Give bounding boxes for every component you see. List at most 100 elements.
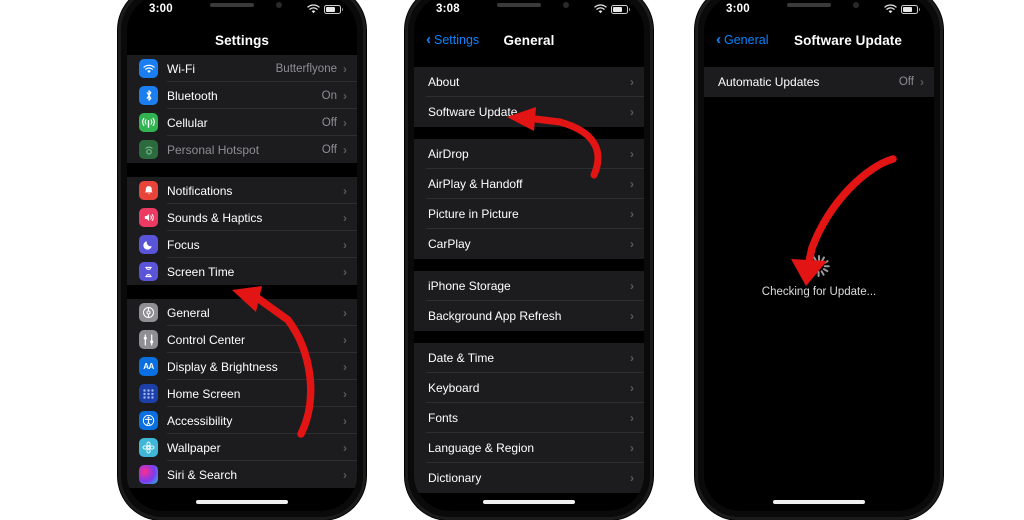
screen-time-hourglass-icon — [139, 262, 158, 281]
settings-row-siri-search[interactable]: Siri & Search › — [127, 461, 357, 488]
settings-group-system: General › Control Center › AA Display & … — [127, 299, 357, 488]
settings-row-cellular[interactable]: Cellular Off › — [127, 109, 357, 136]
wifi-icon — [594, 4, 607, 14]
checking-for-update-block: Checking for Update... — [704, 255, 934, 298]
general-row-airdrop[interactable]: AirDrop › — [414, 139, 644, 169]
settings-row-accessibility[interactable]: Accessibility › — [127, 407, 357, 434]
volume-down-button[interactable] — [695, 176, 696, 216]
volume-up-button[interactable] — [695, 124, 696, 164]
settings-list[interactable]: Wi-Fi Butterflyone › Bluetooth On › Cell… — [127, 55, 357, 511]
settings-row-sounds-haptics[interactable]: Sounds & Haptics › — [127, 204, 357, 231]
general-row-label: AirPlay & Handoff — [428, 177, 523, 191]
chevron-left-icon: ‹ — [716, 31, 721, 48]
settings-row-notifications[interactable]: Notifications › — [127, 177, 357, 204]
checking-for-update-label: Checking for Update... — [761, 286, 877, 298]
home-indicator[interactable] — [773, 500, 865, 504]
general-row-background-app-refresh[interactable]: Background App Refresh › — [414, 301, 644, 331]
chevron-right-icon: › — [343, 264, 347, 279]
back-button-label: General — [724, 33, 769, 47]
software-update-row-automatic-updates[interactable]: Automatic Updates Off › — [704, 67, 934, 97]
general-list[interactable]: About › Software Update › AirDrop › AirP… — [414, 55, 644, 511]
group-spacer — [127, 285, 357, 299]
general-row-label: About — [428, 75, 460, 89]
general-row-label: CarPlay — [428, 237, 471, 251]
home-indicator[interactable] — [483, 500, 575, 504]
general-row-language-region[interactable]: Language & Region › — [414, 433, 644, 463]
settings-row-label: Sounds & Haptics — [167, 210, 263, 225]
settings-row-screen-time[interactable]: Screen Time › — [127, 258, 357, 285]
general-row-label: Date & Time — [428, 351, 495, 365]
personal-hotspot-icon — [139, 140, 158, 159]
settings-row-label: Display & Brightness — [167, 359, 278, 374]
settings-row-label: Bluetooth — [167, 88, 218, 103]
general-row-software-update[interactable]: Software Update › — [414, 97, 644, 127]
chevron-right-icon: › — [343, 386, 347, 401]
volume-down-button[interactable] — [405, 176, 406, 216]
chevron-right-icon: › — [343, 61, 347, 76]
silent-switch[interactable] — [118, 82, 119, 104]
settings-row-control-center[interactable]: Control Center › — [127, 326, 357, 353]
chevron-right-icon: › — [343, 237, 347, 252]
settings-row-label: Control Center — [167, 332, 246, 347]
volume-up-button[interactable] — [405, 124, 406, 164]
general-row-date-time[interactable]: Date & Time › — [414, 343, 644, 373]
general-gear-icon — [139, 303, 158, 322]
status-indicators — [307, 4, 343, 14]
software-update-list[interactable]: Automatic Updates Off › Checking for Upd… — [704, 55, 934, 511]
general-row-iphone-storage[interactable]: iPhone Storage › — [414, 271, 644, 301]
settings-row-personal-hotspot[interactable]: Personal Hotspot Off › — [127, 136, 357, 163]
home-screen-grid-icon — [139, 384, 158, 403]
settings-row-wallpaper[interactable]: Wallpaper › — [127, 434, 357, 461]
general-row-airplay-handoff[interactable]: AirPlay & Handoff › — [414, 169, 644, 199]
chevron-right-icon: › — [630, 177, 634, 191]
chevron-right-icon: › — [630, 411, 634, 425]
general-row-picture-in-picture[interactable]: Picture in Picture › — [414, 199, 644, 229]
chevron-right-icon: › — [343, 115, 347, 130]
battery-icon — [611, 4, 630, 14]
back-button-settings[interactable]: ‹ Settings — [426, 25, 479, 55]
settings-row-label: Siri & Search — [167, 467, 238, 482]
chevron-right-icon: › — [630, 237, 634, 251]
row-value: Off — [898, 76, 914, 88]
front-camera-icon — [853, 2, 859, 8]
chevron-right-icon: › — [630, 309, 634, 323]
settings-row-value: Off — [321, 143, 337, 156]
front-camera-icon — [563, 2, 569, 8]
chevron-right-icon: › — [343, 183, 347, 198]
home-indicator[interactable] — [196, 500, 288, 504]
general-row-label: Dictionary — [428, 471, 482, 485]
chevron-right-icon: › — [343, 88, 347, 103]
phone3-status-bar: 3:00 — [704, 0, 934, 25]
general-row-dictionary[interactable]: Dictionary › — [414, 463, 644, 493]
settings-row-focus[interactable]: Focus › — [127, 231, 357, 258]
silent-switch[interactable] — [405, 82, 406, 104]
power-button[interactable] — [365, 146, 366, 206]
status-time: 3:08 — [436, 3, 460, 15]
back-button-general[interactable]: ‹ General — [716, 25, 768, 55]
chevron-right-icon: › — [630, 75, 634, 89]
silent-switch[interactable] — [695, 82, 696, 104]
power-button[interactable] — [942, 146, 943, 206]
phone2-screen: 3:08 ‹ Settings General About › Software… — [414, 0, 644, 511]
display-brightness-aa-icon: AA — [139, 357, 158, 376]
general-row-about[interactable]: About › — [414, 67, 644, 97]
earpiece-speaker — [787, 3, 831, 7]
volume-down-button[interactable] — [118, 176, 119, 216]
power-button[interactable] — [652, 146, 653, 206]
status-indicators — [594, 4, 630, 14]
cellular-icon — [139, 113, 158, 132]
volume-up-button[interactable] — [118, 124, 119, 164]
general-row-keyboard[interactable]: Keyboard › — [414, 373, 644, 403]
settings-row-general[interactable]: General › — [127, 299, 357, 326]
general-row-carplay[interactable]: CarPlay › — [414, 229, 644, 259]
settings-row-bluetooth[interactable]: Bluetooth On › — [127, 82, 357, 109]
status-time: 3:00 — [149, 3, 173, 15]
settings-row-display-brightness[interactable]: AA Display & Brightness › — [127, 353, 357, 380]
general-row-fonts[interactable]: Fonts › — [414, 403, 644, 433]
screenshot-stage: 3:00 Settings Wi-Fi Butterflyone › Bluet… — [0, 0, 1024, 520]
wifi-icon — [884, 4, 897, 14]
settings-row-wifi[interactable]: Wi-Fi Butterflyone › — [127, 55, 357, 82]
settings-row-home-screen[interactable]: Home Screen › — [127, 380, 357, 407]
front-camera-icon — [276, 2, 282, 8]
chevron-right-icon: › — [630, 381, 634, 395]
